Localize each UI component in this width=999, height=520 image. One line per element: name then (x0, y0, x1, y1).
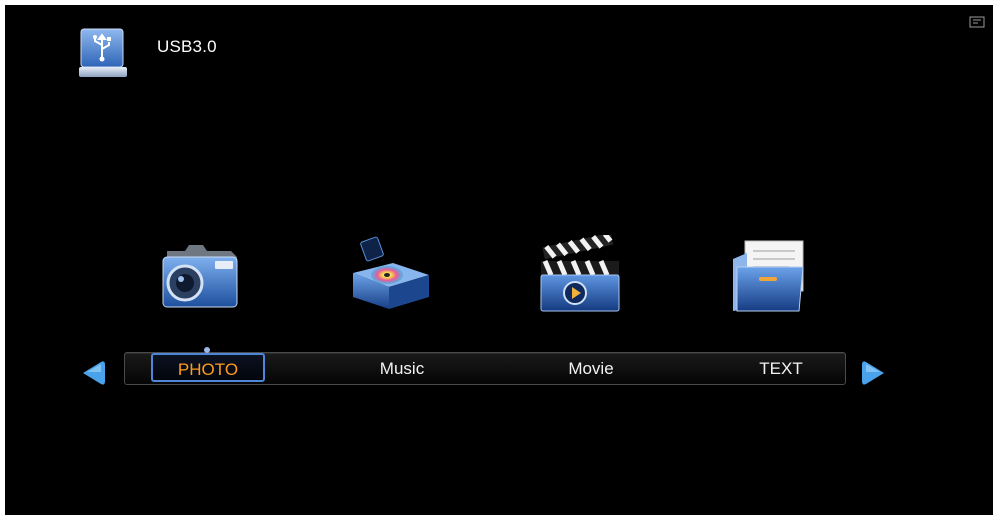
arrow-right-icon[interactable] (860, 358, 888, 388)
menu-item-music[interactable]: Music (347, 353, 457, 384)
menu-item-text[interactable]: TEXT (723, 353, 839, 384)
menu-item-movie[interactable]: Movie (533, 353, 649, 384)
settings-small-icon[interactable] (969, 15, 985, 29)
arrow-left-icon[interactable] (79, 358, 107, 388)
music-player-icon[interactable] (343, 235, 435, 313)
media-player-screen: USB3.0 PHOTO Music Movie TEXT (5, 5, 993, 515)
media-type-menu: PHOTO Music Movie TEXT (124, 352, 846, 385)
selection-indicator (204, 347, 210, 353)
device-label: USB3.0 (157, 37, 217, 56)
clapperboard-icon[interactable] (535, 235, 625, 315)
document-folder-icon[interactable] (723, 237, 813, 313)
usb-drive-icon[interactable] (75, 23, 135, 83)
camera-icon[interactable] (155, 239, 245, 313)
menu-item-photo[interactable]: PHOTO (151, 353, 265, 382)
